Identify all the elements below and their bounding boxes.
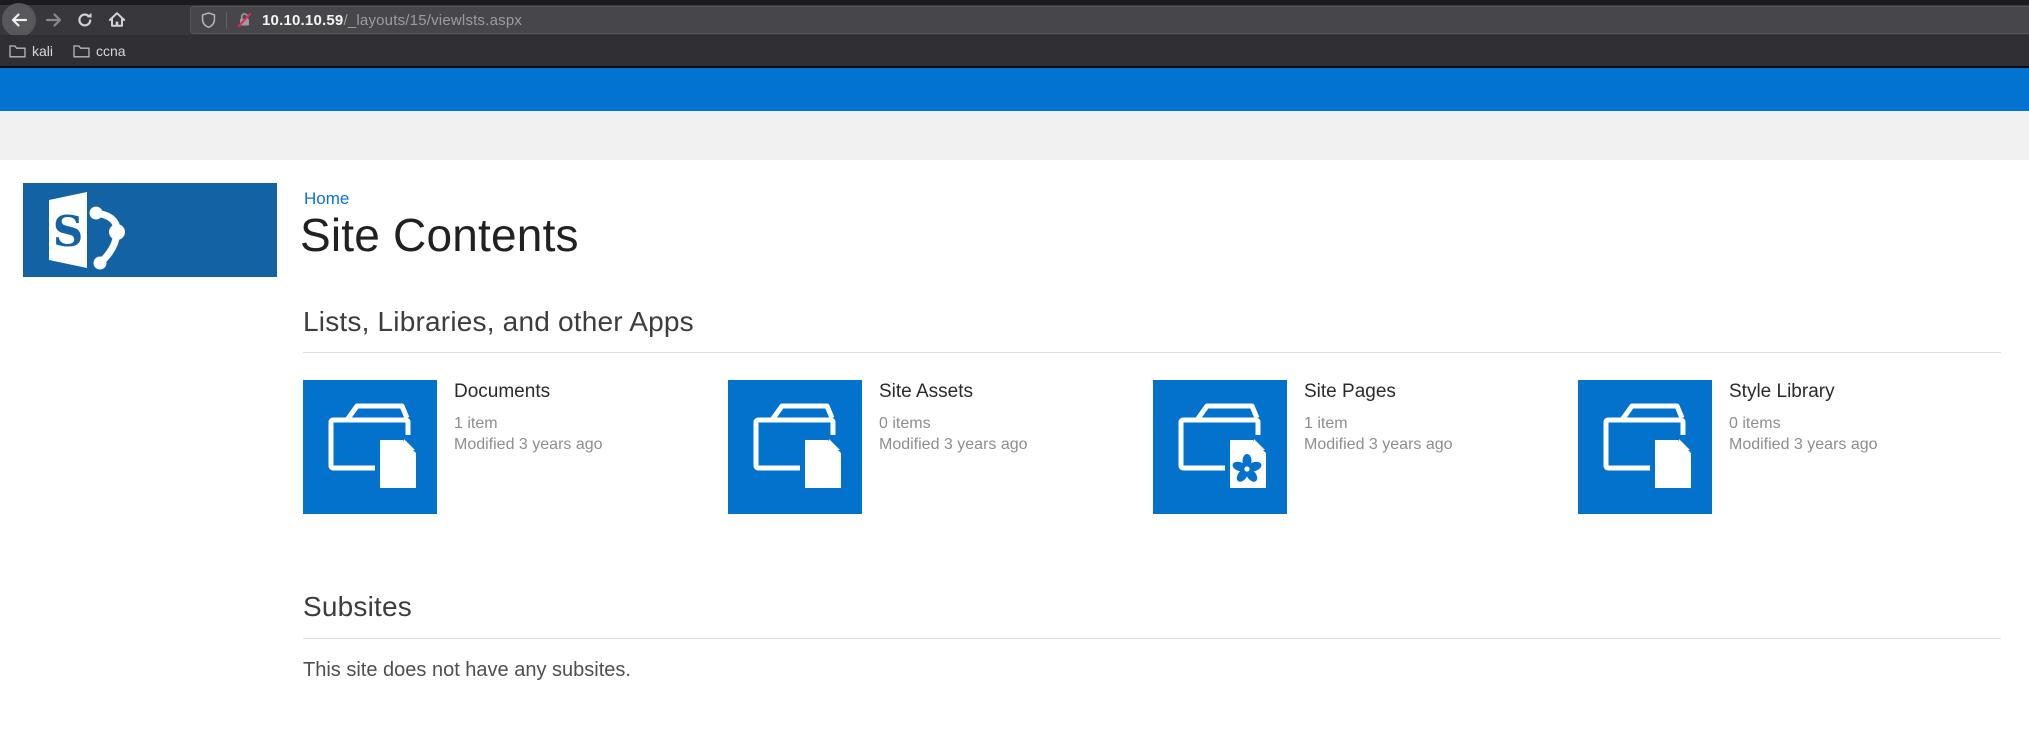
bookmark-folder-icon bbox=[9, 44, 26, 58]
bookmarks-toolbar: kali ccna bbox=[0, 35, 2029, 66]
reload-icon bbox=[75, 10, 95, 30]
tile-modified: Modified 3 years ago bbox=[454, 434, 603, 455]
sharepoint-logo: S bbox=[23, 183, 277, 277]
folder-with-document-icon bbox=[1578, 380, 1712, 514]
bookmark-folder-ccna[interactable]: ccna bbox=[73, 43, 126, 59]
urlbar-separator bbox=[226, 12, 227, 29]
tile-style-library[interactable]: Style Library 0 items Modified 3 years a… bbox=[1578, 380, 2003, 514]
folder-with-wiki-page-icon bbox=[1153, 380, 1287, 514]
browser-toolbar: 10.10.10.59/_layouts/15/viewlsts.aspx bbox=[0, 5, 2029, 35]
insecure-lock-icon[interactable] bbox=[236, 11, 253, 29]
tile-item-count: 0 items bbox=[879, 413, 1028, 434]
tile-item-count: 0 items bbox=[1729, 413, 1878, 434]
apps-section-heading: Lists, Libraries, and other Apps bbox=[303, 306, 694, 338]
wiki-page-library-folder-icon[interactable] bbox=[1153, 380, 1287, 514]
tile-title[interactable]: Site Assets bbox=[879, 381, 1028, 403]
apps-section-divider bbox=[303, 352, 2001, 353]
app-tiles-row: Documents 1 item Modified 3 years ago Si… bbox=[303, 380, 2003, 514]
tile-info: Site Pages 1 item Modified 3 years ago bbox=[1304, 380, 1453, 514]
document-library-folder-icon[interactable] bbox=[303, 380, 437, 514]
address-bar[interactable]: 10.10.10.59/_layouts/15/viewlsts.aspx bbox=[190, 6, 2029, 34]
document-library-folder-icon[interactable] bbox=[1578, 380, 1712, 514]
breadcrumb-home-link[interactable]: Home bbox=[304, 189, 349, 209]
sharepoint-suite-bar bbox=[0, 68, 2029, 111]
bookmark-folder-kali[interactable]: kali bbox=[9, 43, 53, 59]
sharepoint-site-logo[interactable]: S bbox=[23, 183, 277, 277]
tile-site-pages[interactable]: Site Pages 1 item Modified 3 years ago bbox=[1153, 380, 1578, 514]
bookmark-folder-icon bbox=[73, 44, 90, 58]
folder-with-document-icon bbox=[303, 380, 437, 514]
tile-title[interactable]: Style Library bbox=[1729, 381, 1878, 403]
tile-info: Site Assets 0 items Modified 3 years ago bbox=[879, 380, 1028, 514]
folder-with-document-icon bbox=[728, 380, 862, 514]
tile-modified: Modified 3 years ago bbox=[1304, 434, 1453, 455]
forward-button[interactable] bbox=[37, 3, 71, 37]
tile-info: Documents 1 item Modified 3 years ago bbox=[454, 380, 603, 514]
tile-item-count: 1 item bbox=[454, 413, 603, 434]
bookmark-label: kali bbox=[32, 43, 53, 59]
document-library-folder-icon[interactable] bbox=[728, 380, 862, 514]
tile-info: Style Library 0 items Modified 3 years a… bbox=[1729, 380, 1878, 514]
tile-documents[interactable]: Documents 1 item Modified 3 years ago bbox=[303, 380, 728, 514]
back-button[interactable] bbox=[2, 3, 36, 37]
page-title: Site Contents bbox=[300, 208, 579, 262]
home-button[interactable] bbox=[100, 3, 134, 37]
home-icon bbox=[107, 10, 127, 30]
subsites-section-heading: Subsites bbox=[303, 591, 412, 623]
url-domain: 10.10.10.59 bbox=[262, 12, 343, 29]
shield-icon[interactable] bbox=[200, 11, 217, 29]
tile-item-count: 1 item bbox=[1304, 413, 1453, 434]
forward-icon bbox=[44, 10, 64, 30]
sharepoint-ribbon-band bbox=[0, 111, 2029, 160]
tile-modified: Modified 3 years ago bbox=[1729, 434, 1878, 455]
subsites-section-divider bbox=[303, 638, 2001, 639]
subsites-empty-message: This site does not have any subsites. bbox=[303, 659, 631, 682]
tile-site-assets[interactable]: Site Assets 0 items Modified 3 years ago bbox=[728, 380, 1153, 514]
svg-text:S: S bbox=[53, 207, 83, 256]
reload-button[interactable] bbox=[68, 3, 102, 37]
back-icon bbox=[9, 10, 29, 30]
bookmark-label: ccna bbox=[96, 43, 126, 59]
url-text[interactable]: 10.10.10.59/_layouts/15/viewlsts.aspx bbox=[262, 12, 522, 29]
tile-title[interactable]: Documents bbox=[454, 381, 603, 403]
url-path: /_layouts/15/viewlsts.aspx bbox=[343, 12, 522, 29]
tile-modified: Modified 3 years ago bbox=[879, 434, 1028, 455]
tile-title[interactable]: Site Pages bbox=[1304, 381, 1453, 403]
